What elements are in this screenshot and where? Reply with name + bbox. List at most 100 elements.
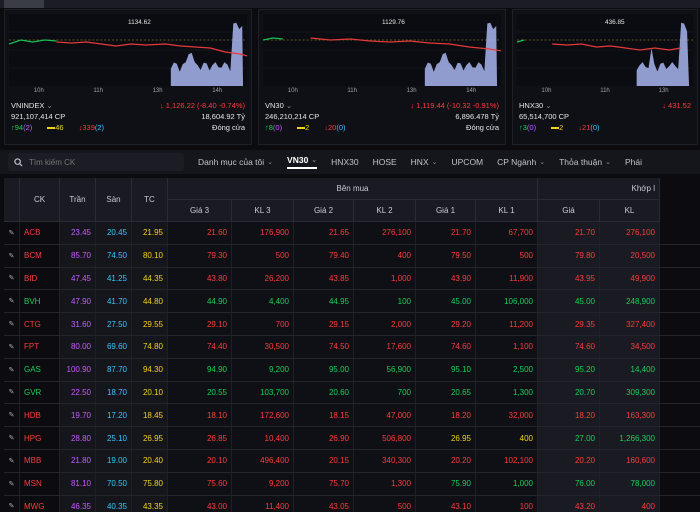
cell-bid-vol-2[interactable]: 47,000 bbox=[354, 404, 416, 427]
filter-thỏa-thuận[interactable]: Thỏa thuận ⌄ bbox=[559, 157, 611, 167]
cell-symbol[interactable]: GAS bbox=[20, 358, 60, 381]
cell-bid-vol-3[interactable]: 10,400 bbox=[232, 427, 294, 449]
table-row[interactable]: ✎ HDB 19.70 17.20 18.45 18.10 172,600 18.15 47,0… bbox=[4, 404, 700, 428]
cell-bid-price-3[interactable]: 94.90 bbox=[168, 358, 232, 381]
cell-bid-price-2[interactable]: 18.15 bbox=[294, 404, 354, 427]
cell-bid-vol-2[interactable]: 17,600 bbox=[354, 335, 416, 358]
cell-bid-price-1[interactable]: 74.60 bbox=[416, 335, 476, 358]
cell-bid-price-3[interactable]: 79.30 bbox=[168, 244, 232, 267]
pin-icon[interactable]: ✎ bbox=[4, 290, 20, 313]
cell-bid-price-3[interactable]: 44.90 bbox=[168, 290, 232, 313]
table-row[interactable]: ✎ BCM 85.70 74.50 80.10 79.30 500 79.40 400 79.50… bbox=[4, 244, 700, 268]
cell-bid-vol-2[interactable]: 2,000 bbox=[354, 313, 416, 335]
cell-bid-vol-1[interactable]: 1,000 bbox=[476, 472, 538, 495]
cell-bid-vol-1[interactable]: 2,500 bbox=[476, 358, 538, 381]
cell-bid-price-2[interactable]: 44.95 bbox=[294, 290, 354, 313]
header-kl1[interactable]: KL 1 bbox=[476, 200, 538, 222]
cell-bid-price-1[interactable]: 43.90 bbox=[416, 267, 476, 290]
cell-bid-vol-3[interactable]: 9,200 bbox=[232, 358, 294, 381]
pin-icon[interactable]: ✎ bbox=[4, 267, 20, 290]
cell-bid-price-2[interactable]: 43.85 bbox=[294, 267, 354, 290]
filter-upcom[interactable]: UPCOM bbox=[452, 157, 484, 167]
cell-symbol[interactable]: MWG bbox=[20, 495, 60, 512]
table-row[interactable]: ✎ CTG 31.60 27.50 29.55 29.10 700 29.15 2,000 29.… bbox=[4, 313, 700, 336]
pin-icon[interactable]: ✎ bbox=[4, 358, 20, 381]
pin-icon[interactable]: ✎ bbox=[4, 404, 20, 427]
cell-bid-price-1[interactable]: 20.65 bbox=[416, 381, 476, 404]
cell-bid-vol-3[interactable]: 103,700 bbox=[232, 381, 294, 404]
cell-symbol[interactable]: FPT bbox=[20, 335, 60, 358]
cell-bid-vol-1[interactable]: 102,100 bbox=[476, 449, 538, 472]
cell-bid-price-3[interactable]: 75.60 bbox=[168, 472, 232, 495]
top-tab[interactable] bbox=[534, 0, 604, 8]
pin-icon[interactable]: ✎ bbox=[4, 335, 20, 358]
cell-bid-vol-2[interactable]: 276,100 bbox=[354, 222, 416, 244]
header-gia2[interactable]: Giá 2 bbox=[294, 200, 354, 222]
pin-icon[interactable]: ✎ bbox=[4, 381, 20, 404]
pin-icon[interactable]: ✎ bbox=[4, 244, 20, 267]
cell-bid-price-2[interactable]: 74.50 bbox=[294, 335, 354, 358]
header-ck[interactable]: CK bbox=[20, 178, 60, 222]
cell-bid-vol-2[interactable]: 56,900 bbox=[354, 358, 416, 381]
cell-bid-vol-3[interactable]: 172,600 bbox=[232, 404, 294, 427]
table-row[interactable]: ✎ GAS 100.90 87.70 94.30 94.90 9,200 95.00 56,90… bbox=[4, 358, 700, 382]
cell-bid-vol-1[interactable]: 400 bbox=[476, 427, 538, 449]
top-tab[interactable] bbox=[294, 0, 364, 8]
header-tran[interactable]: Trần bbox=[60, 178, 96, 222]
header-gia1[interactable]: Giá 1 bbox=[416, 200, 476, 222]
table-row[interactable]: ✎ MWG 46.35 40.35 43.35 43.00 11,400 43.05 500 43… bbox=[4, 495, 700, 512]
cell-bid-price-1[interactable]: 26.95 bbox=[416, 427, 476, 449]
table-row[interactable]: ✎ FPT 80.00 69.60 74.80 74.40 30,500 74.50 17,60… bbox=[4, 335, 700, 359]
cell-bid-vol-1[interactable]: 106,000 bbox=[476, 290, 538, 313]
filter-hose[interactable]: HOSE bbox=[373, 157, 397, 167]
cell-bid-vol-2[interactable]: 506,800 bbox=[354, 427, 416, 449]
header-kl[interactable]: KL bbox=[600, 200, 660, 222]
cell-bid-price-1[interactable]: 43.10 bbox=[416, 495, 476, 512]
cell-bid-vol-2[interactable]: 700 bbox=[354, 381, 416, 404]
search-box[interactable] bbox=[8, 153, 184, 171]
cell-bid-vol-2[interactable]: 500 bbox=[354, 495, 416, 512]
cell-bid-price-2[interactable]: 29.15 bbox=[294, 313, 354, 335]
cell-bid-price-3[interactable]: 20.55 bbox=[168, 381, 232, 404]
cell-bid-vol-3[interactable]: 4,400 bbox=[232, 290, 294, 313]
filter-hnx30[interactable]: HNX30 bbox=[331, 157, 358, 167]
cell-symbol[interactable]: HDB bbox=[20, 404, 60, 427]
cell-symbol[interactable]: BCM bbox=[20, 244, 60, 267]
cell-symbol[interactable]: GVR bbox=[20, 381, 60, 404]
cell-symbol[interactable]: ACB bbox=[20, 222, 60, 244]
cell-bid-price-1[interactable]: 20.20 bbox=[416, 449, 476, 472]
search-input[interactable] bbox=[29, 157, 169, 167]
table-row[interactable]: ✎ MBB 21.80 19.00 20.40 20.10 496,400 20.15 340,… bbox=[4, 449, 700, 473]
cell-bid-price-3[interactable]: 18.10 bbox=[168, 404, 232, 427]
index-name[interactable]: VNINDEX ⌄ bbox=[11, 100, 53, 111]
cell-bid-vol-1[interactable]: 100 bbox=[476, 495, 538, 512]
cell-bid-vol-3[interactable]: 496,400 bbox=[232, 449, 294, 472]
top-tab[interactable] bbox=[214, 0, 284, 8]
top-tab[interactable] bbox=[454, 0, 524, 8]
index-name[interactable]: VN30 ⌄ bbox=[265, 100, 292, 111]
cell-bid-price-3[interactable]: 26.85 bbox=[168, 427, 232, 449]
header-kl3[interactable]: KL 3 bbox=[232, 200, 294, 222]
top-tab[interactable] bbox=[54, 0, 124, 8]
table-row[interactable]: ✎ MSN 81.10 70.50 75.80 75.60 9,200 75.70 1,300 7… bbox=[4, 472, 700, 496]
cell-bid-vol-1[interactable]: 500 bbox=[476, 244, 538, 267]
pin-icon[interactable]: ✎ bbox=[4, 472, 20, 495]
header-san[interactable]: Sàn bbox=[96, 178, 132, 222]
cell-bid-price-1[interactable]: 95.10 bbox=[416, 358, 476, 381]
cell-bid-vol-3[interactable]: 500 bbox=[232, 244, 294, 267]
pin-icon[interactable]: ✎ bbox=[4, 427, 20, 449]
index-name[interactable]: HNX30 ⌄ bbox=[519, 100, 552, 111]
cell-bid-price-2[interactable]: 20.60 bbox=[294, 381, 354, 404]
cell-bid-price-2[interactable]: 21.65 bbox=[294, 222, 354, 244]
cell-bid-price-3[interactable]: 74.40 bbox=[168, 335, 232, 358]
cell-bid-vol-1[interactable]: 1,100 bbox=[476, 335, 538, 358]
cell-bid-vol-2[interactable]: 1,000 bbox=[354, 267, 416, 290]
cell-bid-price-3[interactable]: 21.60 bbox=[168, 222, 232, 244]
cell-bid-vol-3[interactable]: 700 bbox=[232, 313, 294, 335]
cell-symbol[interactable]: MSN bbox=[20, 472, 60, 495]
cell-bid-price-2[interactable]: 20.15 bbox=[294, 449, 354, 472]
cell-bid-vol-3[interactable]: 176,900 bbox=[232, 222, 294, 244]
table-row[interactable]: ✎ HPG 28.80 25.10 26.95 26.85 10,400 26.90 506,8… bbox=[4, 427, 700, 450]
cell-symbol[interactable]: BID bbox=[20, 267, 60, 290]
top-tab[interactable] bbox=[134, 0, 204, 8]
